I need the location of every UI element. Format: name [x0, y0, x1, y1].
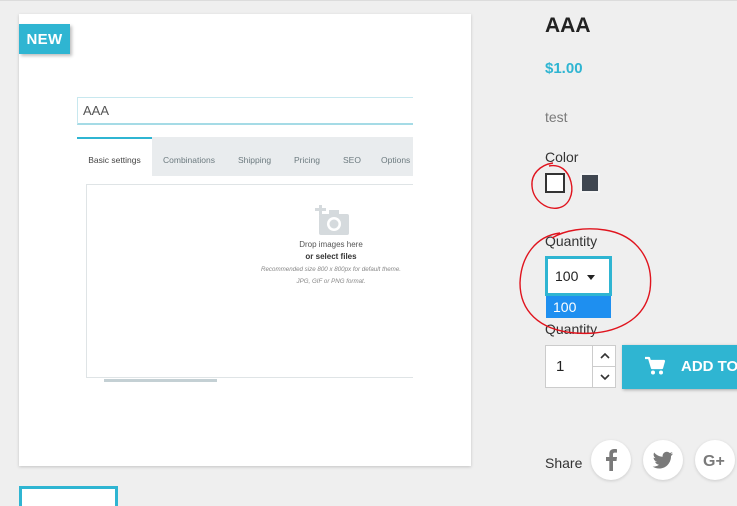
caret-down-icon — [587, 275, 595, 280]
google-plus-share-button[interactable]: G+ — [695, 440, 735, 480]
preview-tab-options: Options — [381, 155, 411, 165]
new-badge: NEW — [19, 24, 70, 54]
product-title: AAA — [545, 14, 591, 37]
format-hint-line: JPG, GIF or PNG format. — [296, 278, 366, 285]
quantity-option[interactable]: 100 — [546, 296, 611, 318]
quantity-decrease-button[interactable] — [592, 366, 616, 388]
twitter-share-button[interactable] — [643, 440, 683, 480]
page-top-divider — [0, 0, 737, 1]
preview-tab-combinations: Combinations — [163, 155, 215, 165]
quantity-select[interactable]: 100 — [545, 256, 612, 296]
preview-tab-bar: Basic settings Combinations Shipping Pri… — [77, 137, 413, 176]
facebook-share-button[interactable] — [591, 440, 631, 480]
color-swatch-white[interactable] — [545, 173, 565, 193]
quantity-select-label: Quantity — [545, 233, 598, 249]
preview-drop-text: Drop images here or select files — [250, 239, 412, 263]
google-plus-icon: G+ — [703, 453, 725, 470]
product-price: $1.00 — [545, 60, 583, 77]
selected-thumbnail[interactable] — [19, 486, 118, 506]
chevron-down-icon — [600, 374, 610, 381]
size-hint-line: Recommended size 800 x 800px for default… — [261, 266, 401, 273]
select-files-line: or select files — [305, 252, 357, 261]
facebook-icon — [606, 449, 617, 471]
cart-icon — [645, 356, 666, 375]
preview-size-hint: Recommended size 800 x 800px for default… — [250, 264, 412, 288]
color-swatch-dark-grey[interactable] — [580, 173, 600, 193]
twitter-icon — [652, 451, 673, 469]
add-to-cart-button[interactable]: ADD TO CART — [622, 345, 737, 389]
preview-tab-seo: SEO — [343, 155, 361, 165]
quantity-label: Quantity — [545, 321, 598, 337]
preview-tab-pricing: Pricing — [294, 155, 320, 165]
product-description: test — [545, 109, 568, 125]
add-to-cart-label: ADD TO CART — [681, 358, 737, 375]
preview-tab-shipping: Shipping — [238, 155, 272, 165]
camera-add-icon — [315, 205, 349, 235]
quantity-select-value: 100 — [555, 268, 579, 284]
preview-scrollbar — [104, 379, 217, 382]
quantity-input[interactable]: 1 — [545, 345, 592, 388]
drop-images-line: Drop images here — [299, 240, 363, 249]
color-label: Color — [545, 149, 579, 165]
preview-tab-basic-settings: Basic settings — [77, 137, 152, 176]
chevron-up-icon — [600, 352, 610, 359]
preview-name-field: AAA — [77, 97, 413, 125]
svg-text:G+: G+ — [703, 453, 725, 470]
quantity-increase-button[interactable] — [592, 345, 616, 367]
share-label: Share — [545, 455, 583, 471]
